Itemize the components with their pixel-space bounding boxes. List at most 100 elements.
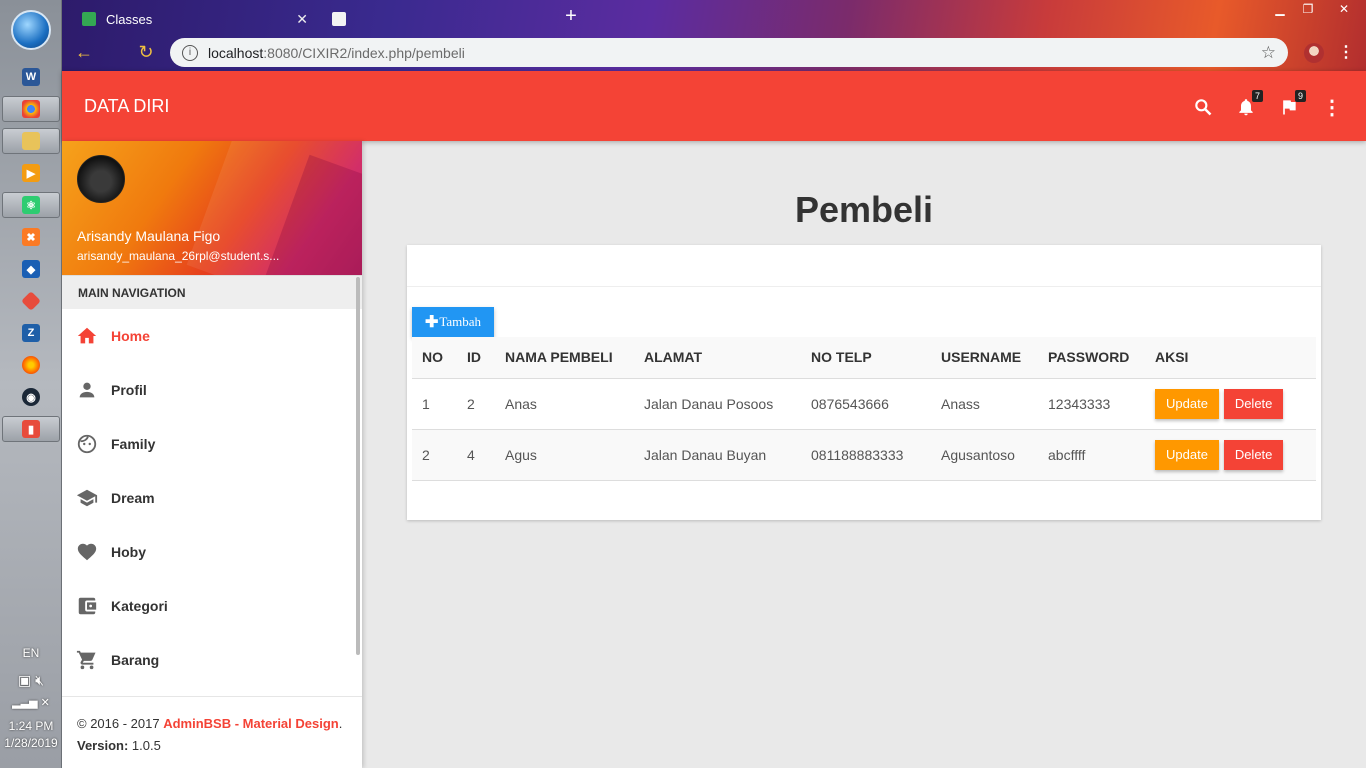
network-icon[interactable]: ▂▃▅ ✕ (0, 696, 62, 709)
version-label: Version: (77, 738, 129, 753)
new-tab-button[interactable]: + (560, 6, 582, 28)
browser-tab-active[interactable]: Classes ✕ (70, 4, 310, 34)
browser-tab-inactive[interactable] (320, 4, 550, 34)
cell-no: 2 (412, 429, 457, 481)
back-arrow-icon[interactable]: ← (74, 42, 94, 62)
sidebar-item-label: Dream (111, 490, 155, 506)
sidebar-item-profil[interactable]: Profil (62, 363, 362, 417)
version-value: 1.0.5 (128, 738, 161, 753)
user-info-panel: Arisandy Maulana Figo arisandy_maulana_2… (62, 141, 362, 275)
media-player-icon[interactable]: ▶ (14, 160, 48, 186)
table-header-row: NO ID NAMA PEMBELI ALAMAT NO TELP USERNA… (412, 337, 1316, 379)
clock-time[interactable]: 1:24 PM (0, 719, 62, 733)
address-bar[interactable]: i localhost:8080/CIXIR2/index.php/pembel… (170, 38, 1288, 67)
pembeli-table: NO ID NAMA PEMBELI ALAMAT NO TELP USERNA… (412, 337, 1316, 481)
restore-button[interactable]: ❐ (1294, 0, 1322, 18)
table-row: 2 4 Agus Jalan Danau Buyan 081188883333 … (412, 429, 1316, 481)
copyright-prefix: © 2016 - 2017 (77, 716, 164, 731)
add-button[interactable]: ✚ Tambah (412, 307, 494, 337)
cell-telp: 0876543666 (801, 378, 931, 430)
cell-telp: 081188883333 (801, 429, 931, 481)
legal-footer: © 2016 - 2017 AdminBSB - Material Design… (62, 696, 362, 768)
column-header: NO (412, 337, 457, 379)
column-header: AKSI (1145, 337, 1316, 379)
cell-password: 12343333 (1038, 378, 1145, 430)
xampp-icon[interactable]: ✖ (14, 224, 48, 250)
site-info-icon[interactable]: i (182, 44, 198, 61)
cell-id: 2 (457, 378, 495, 430)
update-button[interactable]: Update (1155, 388, 1219, 419)
sidebar-item-label: Hoby (111, 544, 146, 560)
sidebar-item-home[interactable]: Home (62, 309, 362, 363)
plus-icon: ✚ (424, 314, 439, 331)
tray-icons[interactable]: ▣ 🔇︎ (0, 672, 62, 689)
page-title: Pembeli (794, 189, 934, 230)
user-avatar[interactable] (77, 155, 125, 203)
notifications-badge: 7 (1251, 90, 1263, 102)
office-icon[interactable]: ▮ (2, 416, 60, 442)
more-vert-icon[interactable]: ⋮ (1321, 97, 1343, 119)
user-name: Arisandy Maulana Figo (77, 228, 221, 244)
cell-username: Agusantoso (931, 429, 1038, 481)
heart-icon (76, 541, 98, 563)
card-header (407, 245, 1321, 287)
person-icon (76, 379, 98, 401)
sidebar-item-hoby[interactable]: Hoby (62, 525, 362, 579)
delete-button[interactable]: Delete (1223, 388, 1284, 419)
wallet-icon (76, 595, 98, 617)
column-header: NAMA PEMBELI (495, 337, 634, 379)
start-button[interactable] (11, 10, 51, 50)
main-content: Pembeli ✚ Tambah NO ID NAMA PEMBELI ALAMA… (362, 141, 1366, 768)
user-email: arisandy_maulana_26rpl@student.s... (77, 249, 280, 263)
sidebar-item-kategori[interactable]: Kategori (62, 579, 362, 633)
atom-icon[interactable]: ⚛ (2, 192, 60, 218)
sidebar-item-dream[interactable]: Dream (62, 471, 362, 525)
firefox-icon[interactable] (14, 352, 48, 378)
close-window-button[interactable]: ✕ (1326, 0, 1362, 18)
virtualbox-icon[interactable]: ◆ (14, 256, 48, 282)
bookmark-star-icon[interactable]: ☆ (1261, 43, 1276, 63)
reload-icon[interactable]: ↻ (136, 42, 156, 62)
column-header: NO TELP (801, 337, 931, 379)
sidebar-item-barang[interactable]: Barang (62, 633, 362, 687)
column-header: ALAMAT (634, 337, 801, 379)
chrome-icon[interactable] (2, 96, 60, 122)
minimize-button[interactable]: ▁ (1266, 0, 1294, 18)
profile-avatar[interactable] (1304, 43, 1324, 63)
nav-header: MAIN NAVIGATION (62, 275, 362, 309)
update-button[interactable]: Update (1155, 439, 1219, 470)
classroom-favicon-icon (82, 12, 96, 26)
clock-date[interactable]: 1/28/2019 (0, 736, 62, 750)
table-row: 1 2 Anas Jalan Danau Posoos 0876543666 A… (412, 378, 1316, 430)
brand-title[interactable]: DATA DIRI (84, 96, 169, 117)
tab-close-icon[interactable]: ✕ (296, 11, 308, 28)
sidebar-item-family[interactable]: Family (62, 417, 362, 471)
browser-menu-icon[interactable]: ⋮ (1338, 42, 1354, 62)
school-icon (76, 487, 98, 509)
cell-no: 1 (412, 378, 457, 430)
steam-icon[interactable]: ◉ (14, 384, 48, 410)
explorer-icon[interactable] (2, 128, 60, 154)
flag-icon[interactable]: 9 (1278, 90, 1306, 119)
cart-icon (76, 649, 98, 671)
copyright-line: © 2016 - 2017 AdminBSB - Material Design… (77, 713, 347, 735)
add-button-label: Tambah (439, 314, 482, 329)
column-header: USERNAME (931, 337, 1038, 379)
adminbsb-link[interactable]: AdminBSB - Material Design (163, 716, 339, 731)
url-path: :8080/CIXIR2/index.php/pembeli (263, 44, 465, 61)
cell-username: Anass (931, 378, 1038, 430)
sidebar-scrollbar[interactable] (356, 277, 360, 655)
language-indicator[interactable]: EN (0, 646, 62, 660)
delete-button[interactable]: Delete (1223, 439, 1284, 470)
browser-chrome: Classes ✕ + ▁ ❐ ✕ ← ↻ i localhost:8080/C… (62, 0, 1366, 71)
filezilla-icon[interactable]: Z (14, 320, 48, 346)
sidebar-item-label: Profil (111, 382, 147, 398)
search-icon[interactable] (1192, 97, 1214, 119)
cell-nama: Anas (495, 378, 634, 430)
git-icon[interactable] (14, 288, 48, 314)
left-sidebar: Arisandy Maulana Figo arisandy_maulana_2… (62, 141, 362, 768)
notifications-bell-icon[interactable]: 7 (1235, 90, 1263, 119)
cell-password: abcffff (1038, 429, 1145, 481)
tasks-badge: 9 (1294, 90, 1306, 102)
word-icon[interactable]: W (14, 64, 48, 90)
